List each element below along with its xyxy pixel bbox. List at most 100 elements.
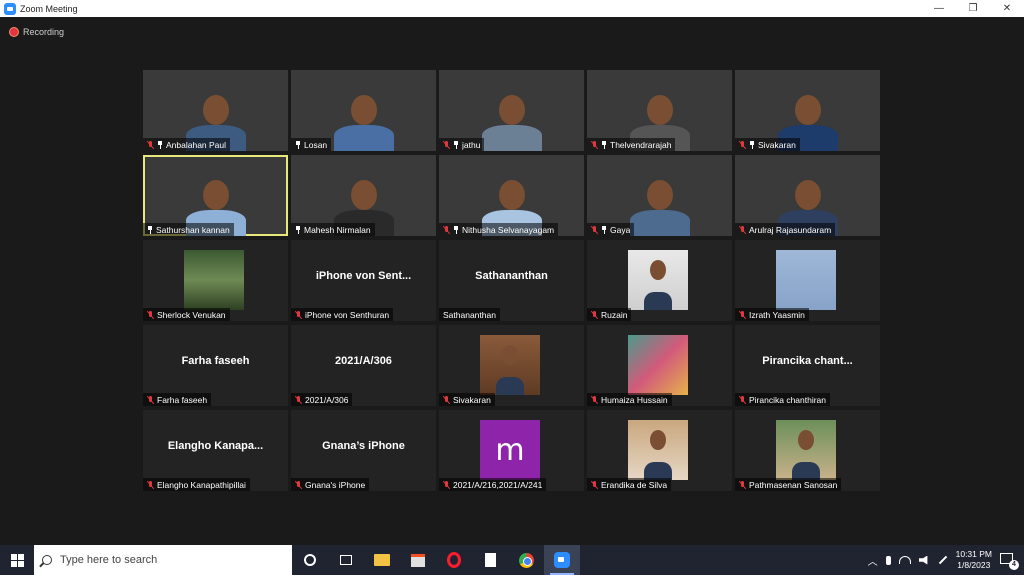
participant-tile[interactable]: Elangho Kanapa... Elangho Kanapathipillai xyxy=(143,410,288,491)
mic-muted-icon xyxy=(295,480,302,489)
participant-tile[interactable]: Losan xyxy=(291,70,436,151)
mic-muted-icon xyxy=(147,395,154,404)
action-center-button[interactable]: 4 xyxy=(1000,552,1019,570)
participant-tile[interactable]: Nithusha Selvanayagam xyxy=(439,155,584,236)
pin-icon xyxy=(601,140,607,149)
participant-name: Arulraj Rajasundaram xyxy=(749,224,832,235)
mic-muted-icon xyxy=(591,225,598,234)
mic-muted-icon xyxy=(591,310,598,319)
minimize-button[interactable]: — xyxy=(922,0,956,17)
participant-name: Humaiza Hussain xyxy=(601,394,668,405)
participant-tile[interactable]: Sathananthan Sathananthan xyxy=(439,240,584,321)
participant-tile[interactable]: Arulraj Rajasundaram xyxy=(735,155,880,236)
mic-muted-icon xyxy=(295,310,302,319)
participant-name-bar: 2021/A/306 xyxy=(291,393,353,406)
participant-name: Elangho Kanapathipillai xyxy=(157,479,246,490)
close-button[interactable]: ✕ xyxy=(990,0,1024,17)
clock[interactable]: 10:31 PM 1/8/2023 xyxy=(956,549,992,571)
network-icon[interactable] xyxy=(898,556,911,564)
notepad-button[interactable] xyxy=(472,545,508,575)
participant-tile[interactable]: Mahesh Nirmalan xyxy=(291,155,436,236)
participant-display-name: 2021/A/306 xyxy=(335,355,392,367)
participant-tile[interactable]: 2021/A/306 2021/A/306 xyxy=(291,325,436,406)
participant-display-name: Pirancika chant... xyxy=(762,355,853,367)
profile-picture xyxy=(776,420,836,480)
participant-tile[interactable]: Sathurshan kannan xyxy=(143,155,288,236)
recording-indicator[interactable]: Recording xyxy=(10,27,64,37)
taskbar-search[interactable]: Type here to search xyxy=(34,545,292,575)
participant-tile[interactable]: Sivakaran xyxy=(439,325,584,406)
participant-tile[interactable]: iPhone von Sent... iPhone von Senthuran xyxy=(291,240,436,321)
store-icon xyxy=(411,553,425,567)
zoom-icon xyxy=(554,552,570,568)
volume-icon[interactable] xyxy=(918,555,928,565)
participant-name-bar: Arulraj Rajasundaram xyxy=(735,223,836,236)
opera-button[interactable] xyxy=(436,545,472,575)
file-explorer-button[interactable] xyxy=(364,545,400,575)
participant-name-bar: Humaiza Hussain xyxy=(587,393,672,406)
system-tray: ︿ 10:31 PM 1/8/2023 4 xyxy=(868,545,1024,575)
participant-tile[interactable]: m 2021/A/216,2021/A/241 xyxy=(439,410,584,491)
pen-icon[interactable] xyxy=(938,555,947,565)
restore-button[interactable]: ❐ xyxy=(956,0,990,17)
opera-icon xyxy=(447,552,461,568)
mic-muted-icon xyxy=(739,310,746,319)
mic-muted-icon xyxy=(443,140,450,149)
participant-tile[interactable]: Pirancika chant... Pirancika chanthiran xyxy=(735,325,880,406)
participant-tile[interactable]: Anbalahan Paul xyxy=(143,70,288,151)
zoom-taskbar-button[interactable] xyxy=(544,545,580,575)
participant-name-bar: Anbalahan Paul xyxy=(143,138,231,151)
start-button[interactable] xyxy=(0,545,34,575)
pin-icon xyxy=(147,225,153,234)
participant-tile[interactable]: Farha faseeh Farha faseeh xyxy=(143,325,288,406)
participant-name: jathu xyxy=(462,139,481,150)
mic-muted-icon xyxy=(591,480,598,489)
show-hidden-icons[interactable]: ︿ xyxy=(868,553,878,568)
pin-icon xyxy=(749,140,755,149)
pin-icon xyxy=(453,225,459,234)
participant-tile[interactable]: Pathmasenan Sanosan xyxy=(735,410,880,491)
folder-icon xyxy=(374,554,390,566)
participant-tile[interactable]: Erandika de Silva xyxy=(587,410,732,491)
gallery-grid: Anbalahan Paul Losan jathu Thelvendrarajah S… xyxy=(143,70,881,491)
participant-name: Sivakaran xyxy=(758,139,796,150)
mic-muted-icon xyxy=(147,310,154,319)
participant-tile[interactable]: Sivakaran xyxy=(735,70,880,151)
participant-name: Gnana's iPhone xyxy=(305,479,366,490)
window-title-bar: Zoom Meeting — ❐ ✕ xyxy=(0,0,1024,17)
participant-tile[interactable]: jathu xyxy=(439,70,584,151)
profile-logo: m xyxy=(480,420,540,480)
task-view-icon xyxy=(340,555,352,565)
participant-display-name: iPhone von Sent... xyxy=(315,270,412,282)
participant-name: Farha faseeh xyxy=(157,394,208,405)
participant-tile[interactable]: Izrath Yaasmin xyxy=(735,240,880,321)
participant-name: Pirancika chanthiran xyxy=(749,394,827,405)
participant-tile[interactable]: Ruzain xyxy=(587,240,732,321)
microphone-icon[interactable] xyxy=(885,555,891,565)
windows-taskbar: Type here to search ︿ 10:31 PM 1/8/2023 … xyxy=(0,545,1024,575)
participant-name-bar: Losan xyxy=(291,138,332,151)
participant-name-bar: Thelvendrarajah xyxy=(587,138,676,151)
store-button[interactable] xyxy=(400,545,436,575)
pin-icon xyxy=(601,225,607,234)
participant-name: iPhone von Senthuran xyxy=(305,309,390,320)
window-title: Zoom Meeting xyxy=(20,3,78,14)
participant-name-bar: Elangho Kanapathipillai xyxy=(143,478,250,491)
mic-muted-icon xyxy=(295,395,302,404)
participant-tile[interactable]: Gnana’s iPhone Gnana's iPhone xyxy=(291,410,436,491)
participant-name-bar: Mahesh Nirmalan xyxy=(291,223,375,236)
cortana-icon xyxy=(304,554,316,566)
participant-tile[interactable]: Thelvendrarajah xyxy=(587,70,732,151)
participant-tile[interactable]: Gaya xyxy=(587,155,732,236)
window-controls: — ❐ ✕ xyxy=(922,0,1024,17)
participant-video xyxy=(324,81,404,151)
participant-tile[interactable]: Humaiza Hussain xyxy=(587,325,732,406)
participant-tile[interactable]: Sherlock Venukan xyxy=(143,240,288,321)
task-view-button[interactable] xyxy=(328,545,364,575)
chrome-button[interactable] xyxy=(508,545,544,575)
participant-name-bar: Sathurshan kannan xyxy=(143,223,234,236)
mic-muted-icon xyxy=(591,140,598,149)
participant-name-bar: Gaya xyxy=(587,223,635,236)
mic-muted-icon xyxy=(443,395,450,404)
cortana-button[interactable] xyxy=(292,545,328,575)
